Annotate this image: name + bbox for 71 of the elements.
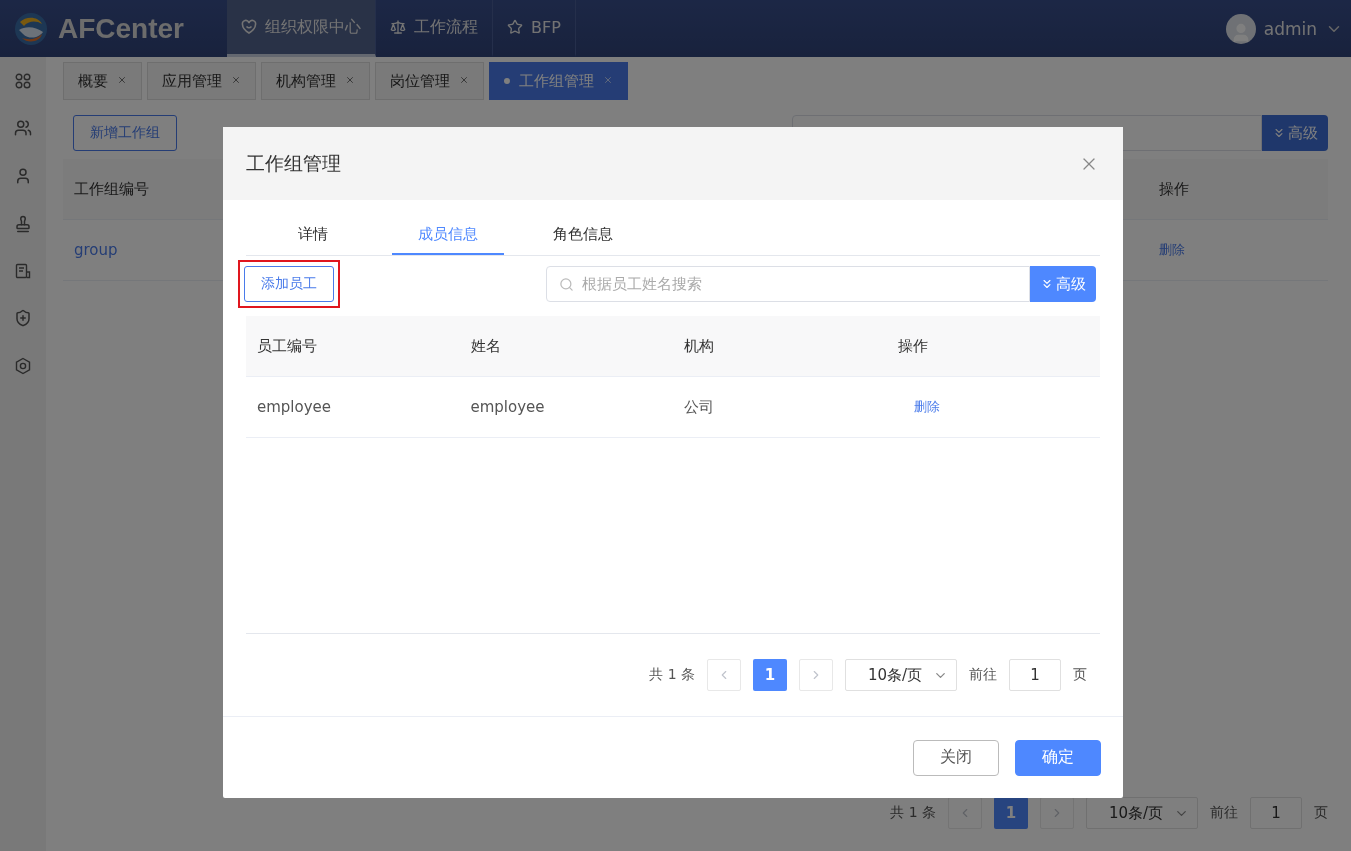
- next-page-button[interactable]: [1040, 797, 1074, 829]
- tab-label: 应用管理: [162, 71, 222, 91]
- scale-icon: [390, 19, 406, 35]
- avatar-icon[interactable]: [1225, 13, 1256, 44]
- page-unit: 页: [1314, 804, 1328, 822]
- column-header: 机构: [683, 336, 715, 356]
- column-header: 姓名: [469, 336, 502, 356]
- heart-icon: [241, 19, 257, 35]
- table-cell-text: employee: [256, 398, 333, 416]
- page-button[interactable]: 1: [994, 797, 1028, 829]
- table-cell-text: employee: [469, 398, 546, 416]
- users-icon[interactable]: [14, 119, 32, 137]
- tab-label: 概要: [78, 71, 108, 91]
- search-icon: [559, 276, 574, 292]
- confirm-button[interactable]: 确定: [1015, 739, 1101, 776]
- page-tab[interactable]: 工作组管理: [489, 62, 628, 100]
- column-header: 操作: [1158, 179, 1190, 199]
- tab-label: 机构管理: [276, 71, 336, 91]
- goto-label: 前往: [969, 666, 997, 684]
- column-header: 工作组编号: [73, 179, 150, 199]
- nav-label: BFP: [531, 17, 561, 37]
- double-chevron-icon: [1040, 277, 1054, 291]
- page-tab[interactable]: 应用管理: [147, 62, 256, 100]
- tab-label: 工作组管理: [519, 71, 594, 91]
- nav-tab[interactable]: 工作流程: [376, 0, 493, 57]
- grid-icon[interactable]: [15, 73, 31, 89]
- document-icon[interactable]: [15, 263, 31, 279]
- hexagon-icon[interactable]: [14, 357, 32, 375]
- app-name: AFCenter: [58, 12, 184, 45]
- close-button[interactable]: 关闭: [913, 739, 999, 776]
- add-group-button[interactable]: 新增工作组: [73, 115, 177, 151]
- dialog-tab[interactable]: 角色信息: [527, 215, 639, 255]
- nav-label: 工作流程: [414, 16, 478, 38]
- search-field[interactable]: 根据员工姓名搜索: [546, 266, 1030, 302]
- add-employee-button[interactable]: 添加员工: [244, 266, 334, 302]
- page-tab[interactable]: 机构管理: [261, 62, 370, 100]
- tab-label: 岗位管理: [390, 71, 450, 91]
- search-placeholder: 根据员工姓名搜索: [582, 274, 702, 294]
- previous-page-button[interactable]: [948, 797, 982, 829]
- goto-label: 前往: [1210, 804, 1238, 822]
- page-size-select[interactable]: 10条/页: [1086, 797, 1198, 829]
- table-cell-text: 公司: [683, 397, 715, 417]
- star-icon: [507, 19, 523, 35]
- dialog-tab[interactable]: 详情: [257, 215, 369, 255]
- page-unit: 页: [1073, 666, 1087, 684]
- goto-page-field[interactable]: 1: [1009, 659, 1061, 691]
- column-header: 员工编号: [256, 336, 318, 356]
- dialog-title: 工作组管理: [246, 150, 341, 176]
- delete-link[interactable]: 删除: [1148, 241, 1328, 259]
- nav-label: 组织权限中心: [265, 16, 361, 38]
- page-size-select[interactable]: 10条/页: [845, 659, 957, 691]
- stamp-icon[interactable]: [14, 215, 32, 233]
- active-dot-icon: [504, 78, 510, 84]
- nav-tab[interactable]: 组织权限中心: [227, 0, 376, 57]
- user-icon[interactable]: [14, 167, 32, 185]
- advanced-button[interactable]: 高级: [1262, 115, 1328, 151]
- column-header: 操作: [896, 336, 929, 356]
- total-count: 共 1 条: [649, 666, 695, 684]
- double-chevron-icon: [1272, 126, 1286, 140]
- delete-link[interactable]: 删除: [886, 398, 1100, 416]
- page-button[interactable]: 1: [753, 659, 787, 691]
- goto-page-field[interactable]: 1: [1250, 797, 1302, 829]
- total-count: 共 1 条: [890, 804, 936, 822]
- page-tab[interactable]: 概要: [63, 62, 142, 100]
- shield-plus-icon[interactable]: [14, 309, 32, 327]
- advanced-button[interactable]: 高级: [1030, 266, 1096, 302]
- dialog-tab[interactable]: 成员信息: [392, 215, 504, 255]
- logo-icon: [14, 11, 48, 46]
- nav-tab[interactable]: BFP: [493, 0, 576, 57]
- user-name[interactable]: admin: [1263, 18, 1317, 39]
- page-tab[interactable]: 岗位管理: [375, 62, 484, 100]
